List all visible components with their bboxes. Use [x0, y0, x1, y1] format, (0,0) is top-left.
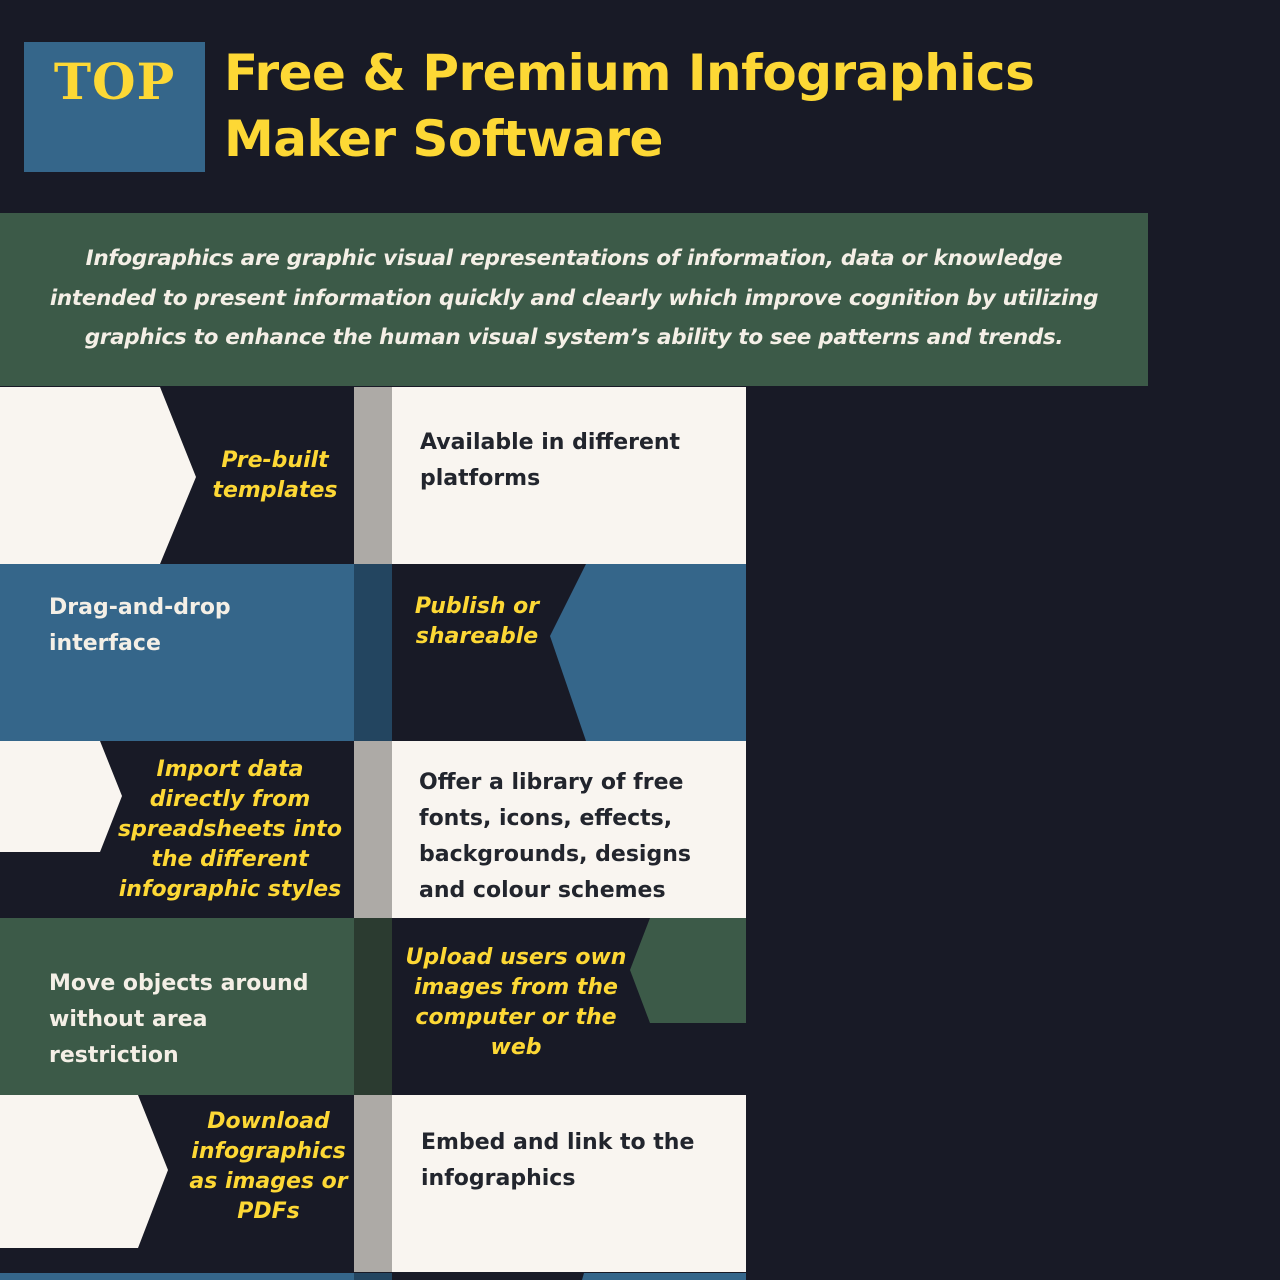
feature-cell-embed: Embed and link to the infographics — [392, 1095, 746, 1272]
feature-row-3: Import data directly from spreadsheets i… — [0, 741, 746, 918]
arrow-shape — [582, 1273, 746, 1280]
spine-segment — [354, 387, 392, 564]
feature-label: Embed and link to the infographics — [421, 1130, 695, 1191]
intro-text: Infographics are graphic visual represen… — [49, 246, 1099, 350]
feature-label: Pre-built templates — [212, 448, 338, 503]
feature-row-4: Move objects around without area restric… — [0, 918, 746, 1095]
feature-row-5: Download infographics as images or PDFs … — [0, 1095, 746, 1272]
spine-segment — [354, 918, 392, 1095]
spine-segment — [354, 741, 392, 918]
feature-label: Offer a library of free fonts, icons, ef… — [419, 770, 691, 903]
feature-label: Publish or shareable — [414, 594, 540, 649]
feature-cell-download: Download infographics as images or PDFs — [0, 1095, 354, 1272]
title-line-2: Maker Software — [224, 110, 663, 168]
feature-cell-partial — [392, 1273, 746, 1280]
page-title: Free & Premium Infographics Maker Softwa… — [224, 40, 1035, 172]
spine-segment — [354, 564, 392, 741]
feature-label: Available in different platforms — [420, 430, 681, 491]
top-badge-label: TOP — [53, 52, 176, 111]
feature-label: Move objects around without area restric… — [49, 971, 309, 1068]
feature-label: Upload users own images from the compute… — [405, 945, 627, 1060]
feature-label: Import data directly from spreadsheets i… — [118, 757, 342, 902]
feature-cell-publish: Publish or shareable — [392, 564, 746, 741]
title-line-1: Free & Premium Infographics — [224, 44, 1035, 102]
feature-cell-upload: Upload users own images from the compute… — [392, 918, 746, 1095]
spine-segment — [354, 1095, 392, 1272]
feature-row-6-partial — [0, 1273, 746, 1280]
feature-label: Drag-and-drop interface — [49, 595, 231, 656]
feature-cell-partial — [0, 1273, 354, 1280]
feature-row-1: Pre-built templates Available in differe… — [0, 387, 746, 564]
spine-segment — [354, 1273, 392, 1280]
feature-cell-pre-built-templates: Pre-built templates — [0, 387, 354, 564]
feature-cell-library: Offer a library of free fonts, icons, ef… — [392, 741, 746, 918]
feature-cell-import-data: Import data directly from spreadsheets i… — [0, 741, 354, 918]
feature-row-2: Drag-and-drop interface Publish or share… — [0, 564, 746, 741]
feature-cell-move-objects: Move objects around without area restric… — [0, 918, 354, 1095]
feature-cell-drag-and-drop: Drag-and-drop interface — [0, 564, 354, 741]
feature-cell-platforms: Available in different platforms — [392, 387, 746, 564]
intro-banner: Infographics are graphic visual represen… — [0, 213, 1148, 386]
arrow-shape — [550, 564, 746, 741]
top-badge: TOP — [24, 42, 205, 172]
feature-label: Download infographics as images or PDFs — [189, 1109, 348, 1224]
